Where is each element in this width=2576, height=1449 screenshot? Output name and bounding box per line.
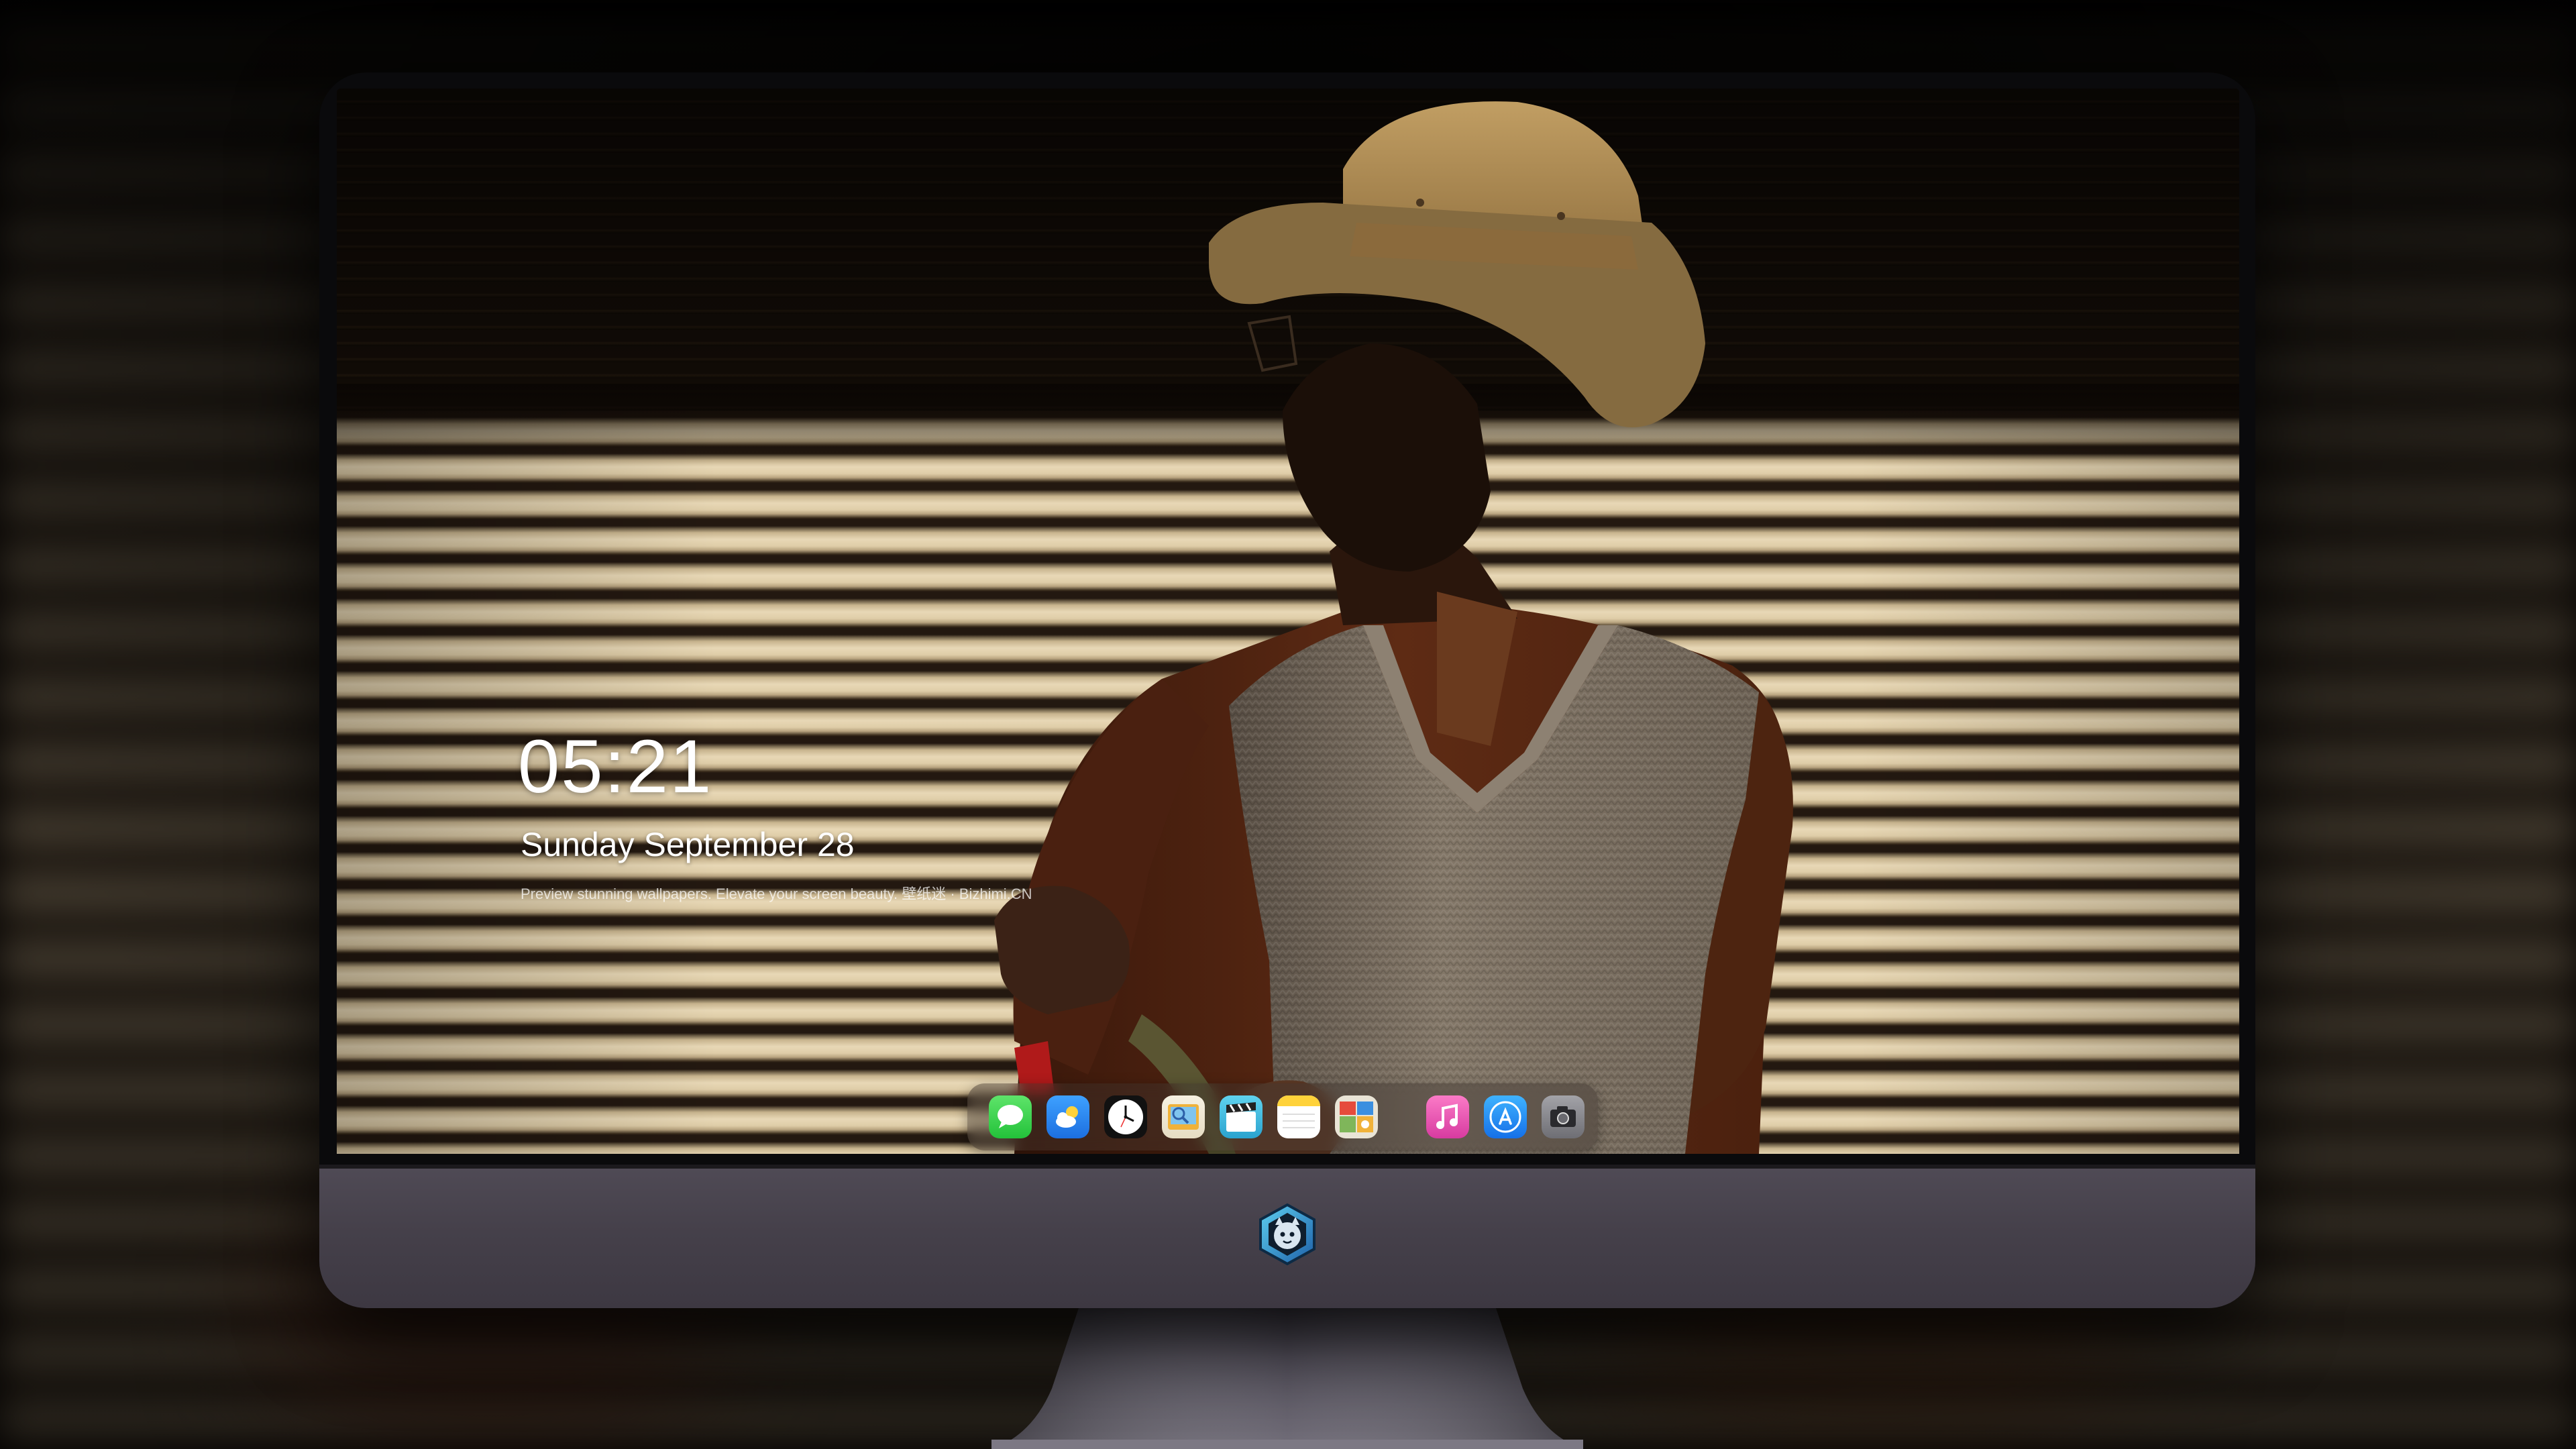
messages-app-icon[interactable]	[989, 1095, 1032, 1138]
monitor-stand	[991, 1308, 1583, 1449]
wallpaper-person	[994, 101, 1793, 1154]
app-store-icon[interactable]	[1484, 1095, 1527, 1138]
lock-screen-time: 05:21	[518, 724, 713, 808]
weather-app-icon[interactable]	[1046, 1095, 1089, 1138]
dock	[967, 1083, 1598, 1150]
lock-screen-caption: Preview stunning wallpapers. Elevate you…	[521, 885, 1032, 902]
clips-app-icon[interactable]	[1220, 1095, 1263, 1138]
preview-app-icon[interactable]	[1162, 1095, 1205, 1138]
monitor-chin	[319, 1169, 2255, 1308]
clock-app-icon[interactable]	[1104, 1095, 1147, 1138]
lock-screen-date: Sunday September 28	[521, 826, 855, 863]
desktop-screen: 05:21 Sunday September 28 Preview stunni…	[337, 89, 2239, 1154]
brand-logo-icon	[1259, 1203, 1316, 1266]
photo-gallery-app-icon[interactable]	[1335, 1095, 1378, 1138]
camera-app-icon[interactable]	[1542, 1095, 1585, 1138]
music-app-icon[interactable]	[1426, 1095, 1469, 1138]
notes-app-icon[interactable]	[1277, 1095, 1320, 1138]
